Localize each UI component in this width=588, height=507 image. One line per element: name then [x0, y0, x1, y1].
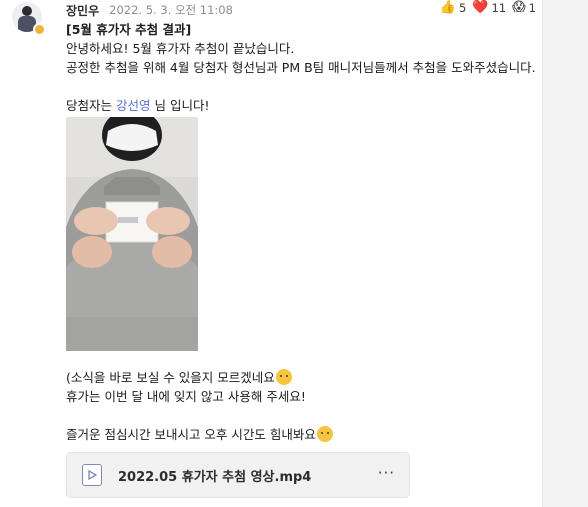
file-name: 2022.05 휴가자 추첨 영상.mp4 — [118, 469, 312, 485]
post-body: [5월 휴가자 추첨 결과] 안녕하세요! 5월 휴가자 추첨이 끝났습니다. … — [66, 20, 536, 115]
file-attachment[interactable]: 2022.05 휴가자 추첨 영상.mp4 ··· — [66, 452, 410, 498]
reaction-thumbs-up[interactable]: 👍 5 — [440, 0, 467, 15]
winner-mention[interactable]: 강선영 — [116, 98, 151, 113]
status-badge — [33, 23, 46, 36]
video-file-icon — [82, 464, 102, 486]
crying-face-icon — [275, 369, 292, 385]
more-options-button[interactable]: ··· — [378, 464, 395, 482]
author-name[interactable]: 장민우 — [66, 2, 99, 19]
reaction-bar: 👍 5 ❤️ 11 😱 1 — [440, 0, 536, 15]
reaction-count: 1 — [528, 0, 536, 15]
post-body-continued: (소식을 바로 보실 수 있을지 모르겠네요 휴가는 이번 달 내에 잊지 않고… — [66, 368, 536, 444]
body-line: (소식을 바로 보실 수 있을지 모르겠네요 — [66, 368, 536, 387]
post-header: 장민우 2022. 5. 3. 오전 11:08 — [66, 2, 233, 18]
play-icon — [88, 470, 97, 480]
winner-prefix: 당첨자는 — [66, 98, 116, 113]
post-timestamp: 2022. 5. 3. 오전 11:08 — [109, 3, 233, 17]
message-post: 장민우 2022. 5. 3. 오전 11:08 👍 5 ❤️ 11 😱 1 [… — [0, 0, 543, 507]
body-line: 즐거운 점심시간 보내시고 오후 시간도 힘내봐요 — [66, 425, 536, 444]
body-line: 안녕하세요! 5월 휴가자 추첨이 끝났습니다. — [66, 41, 295, 56]
avatar-head — [22, 6, 32, 16]
heart-icon: ❤️ — [472, 0, 489, 15]
thumbs-up-icon: 👍 — [439, 0, 456, 15]
reaction-count: 5 — [458, 0, 467, 15]
post-title: [5월 휴가자 추첨 결과] — [66, 22, 192, 37]
winner-photo-image — [66, 117, 198, 351]
body-line-text: 즐거운 점심시간 보내시고 오후 시간도 힘내봐요 — [66, 427, 316, 442]
reaction-count: 11 — [491, 0, 507, 15]
surprised-face-icon: 😱 — [512, 0, 526, 15]
winner-line: 당첨자는 강선영 님 입니다! — [66, 96, 536, 115]
body-line-text: (소식을 바로 보실 수 있을지 모르겠네요 — [66, 370, 275, 385]
reaction-surprised[interactable]: 😱 1 — [512, 0, 536, 15]
body-line: 공정한 추첨을 위해 4월 당첨자 형선님과 PM B팀 매니저님들께서 추첨을… — [66, 60, 536, 75]
thinking-face-icon — [316, 426, 333, 442]
body-line: 휴가는 이번 달 내에 잊지 않고 사용해 주세요! — [66, 389, 306, 404]
page: 장민우 2022. 5. 3. 오전 11:08 👍 5 ❤️ 11 😱 1 [… — [0, 0, 588, 507]
reaction-heart[interactable]: ❤️ 11 — [472, 0, 506, 15]
winner-photo[interactable] — [66, 117, 198, 351]
winner-suffix: 님 입니다! — [150, 98, 210, 113]
